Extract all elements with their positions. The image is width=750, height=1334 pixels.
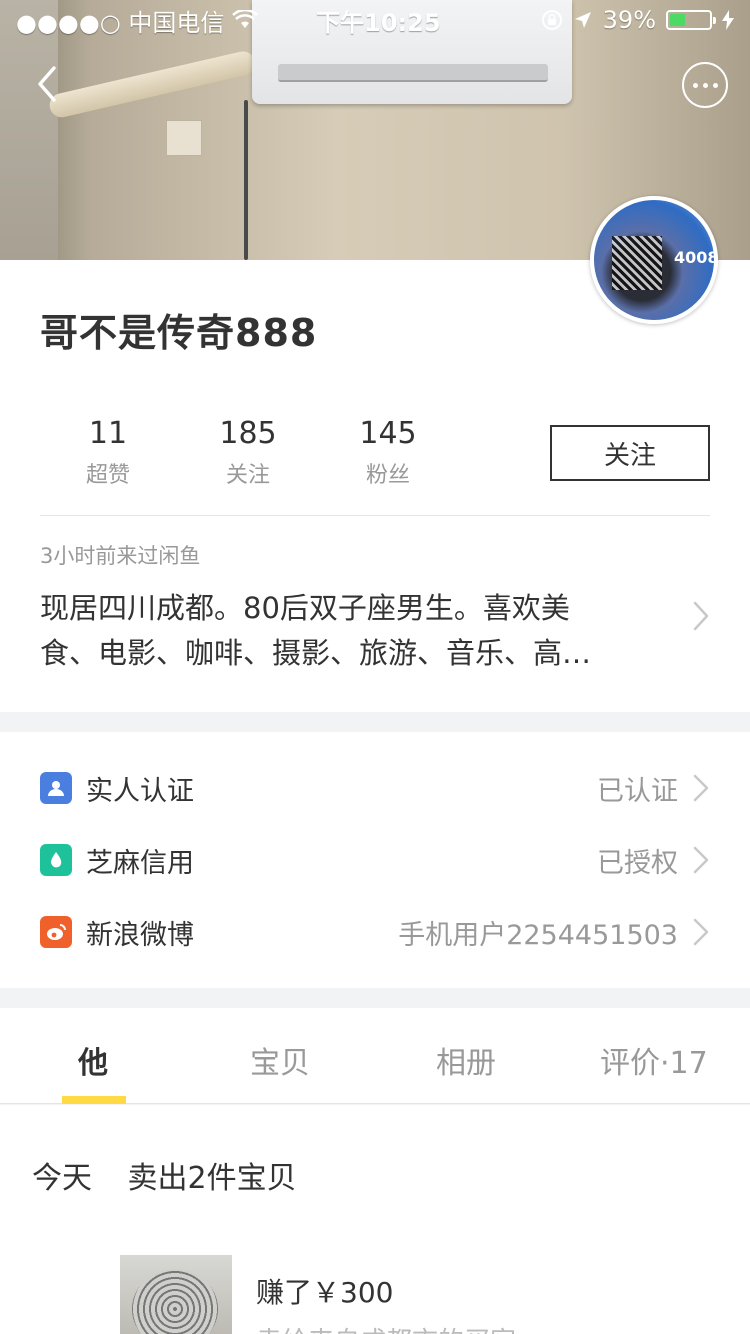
stat-label: 关注 xyxy=(225,463,270,488)
active-tab-indicator xyxy=(62,1096,126,1104)
verification-row-sesame[interactable]: 芝麻信用 已授权 xyxy=(0,824,750,896)
cover-photo-outlet xyxy=(166,120,202,156)
charging-bolt-icon xyxy=(722,10,734,30)
feed-day: 今天 xyxy=(32,1161,92,1196)
stat-value: 145 xyxy=(359,416,417,451)
cover-photo-cable xyxy=(244,100,248,260)
earned-text: 赚了￥300 xyxy=(256,1276,394,1309)
feed-summary: 卖出2件宝贝 xyxy=(127,1161,297,1196)
sold-to-text: 卖给来自成都市的买家 xyxy=(256,1321,516,1334)
battery-fill xyxy=(670,14,685,26)
username: 哥不是传奇888 xyxy=(40,311,318,355)
item-thumbnail[interactable] xyxy=(120,1255,232,1334)
status-bar: ●●●●○ 中国电信 下午10:25 39% xyxy=(0,0,750,40)
orientation-lock-icon xyxy=(541,10,562,30)
chevron-right-icon xyxy=(693,918,709,946)
verification-value: 已授权 xyxy=(597,847,678,879)
bio[interactable]: 现居四川成都。80后双子座男生。喜欢美 食、电影、咖啡、摄影、旅游、音乐、高… xyxy=(40,586,660,676)
stat-followers[interactable]: 145 粉丝 xyxy=(316,416,460,489)
carrier-label: ●●●●○ 中国电信 xyxy=(16,8,225,37)
back-button[interactable] xyxy=(28,60,68,108)
chevron-right-icon xyxy=(693,601,709,631)
cover-photo-pipe xyxy=(47,49,258,120)
cover-photo-ac-vent xyxy=(278,64,548,82)
profile-card: 哥不是传奇888 11 超赞 185 关注 145 粉丝 关注 3小时前来过闲鱼… xyxy=(0,260,750,712)
verification-row-weibo[interactable]: 新浪微博 手机用户2254451503 xyxy=(0,896,750,968)
divider xyxy=(40,515,710,516)
bio-line: 食、电影、咖啡、摄影、旅游、音乐、高… xyxy=(40,636,592,670)
verification-name: 新浪微博 xyxy=(86,919,194,951)
stat-label: 超赞 xyxy=(85,463,130,488)
ellipsis-dot xyxy=(712,82,718,88)
verification-list: 实人认证 已认证 芝麻信用 已授权 新浪微博 手机用户2254451503 xyxy=(0,732,750,988)
stat-following[interactable]: 185 关注 xyxy=(176,416,320,489)
last-seen-text: 3小时前来过闲鱼 xyxy=(40,544,201,568)
feed-header: 今天 卖出2件宝贝 xyxy=(32,1153,297,1197)
avatar[interactable]: 4008 xyxy=(590,196,718,324)
profile-stats: 11 超赞 185 关注 145 粉丝 xyxy=(40,416,460,489)
ellipsis-dot xyxy=(702,82,708,88)
chevron-right-icon xyxy=(693,846,709,874)
wifi-icon xyxy=(232,10,259,28)
verification-value: 已认证 xyxy=(597,775,678,807)
activity-feed: 今天 卖出2件宝贝 赚了￥300 卖给来自成都市的买家 xyxy=(0,1105,750,1334)
battery-icon xyxy=(666,10,716,30)
verification-name: 芝麻信用 xyxy=(86,847,194,879)
person-badge-icon xyxy=(40,772,72,804)
weibo-icon xyxy=(40,916,72,948)
tab-reviews[interactable]: 评价·17 xyxy=(600,1038,708,1082)
avatar-qr-pattern xyxy=(612,236,662,290)
verification-row-real-name[interactable]: 实人认证 已认证 xyxy=(0,752,750,824)
chevron-left-icon xyxy=(38,66,56,102)
chevron-right-icon xyxy=(693,774,709,802)
location-arrow-icon xyxy=(574,12,591,28)
thumbnail-fan-grill xyxy=(132,1269,218,1334)
stat-value: 11 xyxy=(88,416,128,451)
tab-his[interactable]: 他 xyxy=(78,1038,108,1082)
avatar-text: 4008 xyxy=(674,248,718,267)
stat-label: 粉丝 xyxy=(365,463,410,488)
more-button[interactable] xyxy=(682,62,728,108)
follow-button[interactable]: 关注 xyxy=(550,425,710,481)
profile-tabs: 他 宝贝 相册 评价·17 xyxy=(0,1008,750,1104)
verification-name: 实人认证 xyxy=(86,775,194,807)
bio-line: 现居四川成都。80后双子座男生。喜欢美 xyxy=(40,591,570,625)
sesame-credit-icon xyxy=(40,844,72,876)
tab-items[interactable]: 宝贝 xyxy=(250,1038,310,1082)
verification-value: 手机用户2254451503 xyxy=(398,919,678,951)
stat-likes[interactable]: 11 超赞 xyxy=(36,416,180,489)
stat-value: 185 xyxy=(219,416,277,451)
tab-album[interactable]: 相册 xyxy=(436,1038,496,1082)
ellipsis-dot xyxy=(692,82,698,88)
battery-percent: 39% xyxy=(602,6,656,34)
clock: 下午10:25 xyxy=(316,8,441,37)
